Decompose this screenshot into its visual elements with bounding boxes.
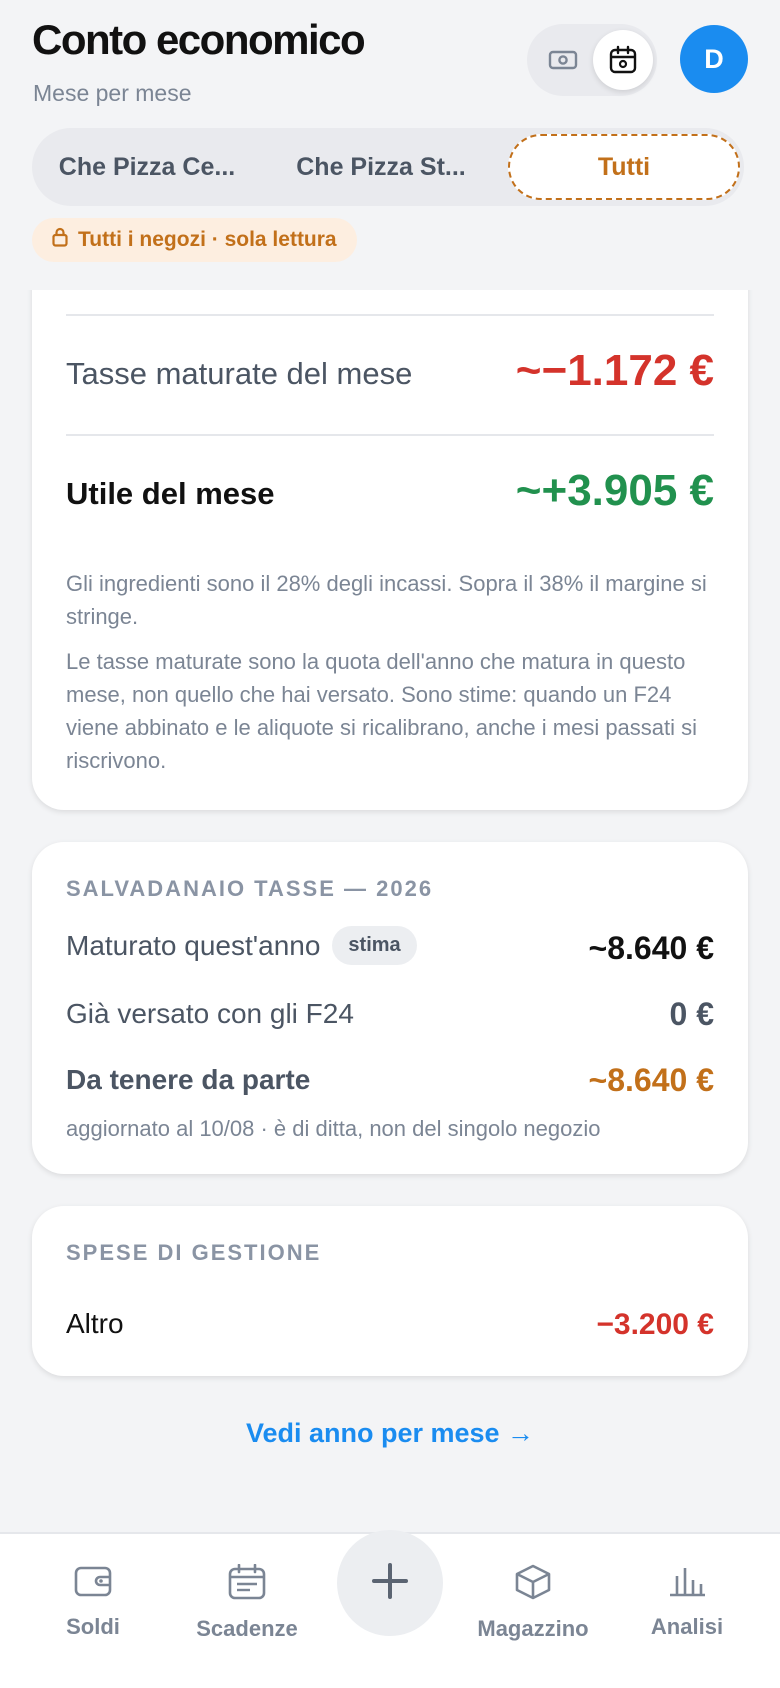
expense-item-label: Altro — [66, 1308, 124, 1339]
tax-savings-title: SALVADANAIO TASSE — 2026 — [66, 876, 434, 901]
expenses-card: SPESE DI GESTIONE Altro −3.200 € — [32, 1206, 748, 1376]
banknote-icon[interactable] — [547, 44, 579, 76]
bar-chart-icon — [668, 1564, 706, 1604]
nav-item-soldi[interactable]: Soldi — [18, 1564, 168, 1640]
page-title: Conto economico — [32, 16, 366, 63]
tax-footnote: aggiornato al 10/08 · è di ditta, non de… — [66, 1116, 601, 1141]
divider — [66, 434, 714, 436]
taxes-month-value: ~−1.172 € — [515, 346, 714, 395]
month-summary-card: Tasse maturate del mese ~−1.172 € Utile … — [32, 240, 748, 810]
view-toggle — [527, 24, 657, 96]
accrued-year-label: Maturato quest'anno stima — [66, 926, 417, 965]
estimate-badge: stima — [332, 926, 417, 965]
add-button[interactable] — [337, 1530, 443, 1636]
accrued-year-value: ~8.640 € — [588, 930, 714, 966]
nav-item-analisi[interactable]: Analisi — [612, 1564, 762, 1640]
expense-item-value: −3.200 € — [596, 1308, 714, 1341]
nav-item-magazzino[interactable]: Magazzino — [458, 1564, 608, 1642]
keep-aside-label: Da tenere da parte — [66, 1064, 311, 1095]
taxes-month-label: Tasse maturate del mese — [66, 356, 413, 391]
readonly-badge: Tutti i negozi · sola lettura — [32, 218, 357, 262]
store-tabs: Che Pizza Ce... Che Pizza St... Tutti — [32, 128, 744, 206]
calendar-icon[interactable] — [593, 30, 653, 90]
nav-label: Analisi — [650, 1614, 724, 1639]
profit-month-value: ~+3.905 € — [515, 466, 714, 515]
accrued-year-label-text: Maturato quest'anno — [66, 929, 321, 961]
divider — [66, 314, 714, 316]
nav-item-scadenze[interactable]: Scadenze — [172, 1563, 322, 1642]
paid-f24-value: 0 € — [669, 996, 714, 1032]
taxes-explanation-note: Le tasse maturate sono la quota dell'ann… — [66, 649, 698, 773]
box-icon — [514, 1564, 552, 1606]
header: Conto economico Mese per mese D Che Pizz… — [0, 0, 780, 290]
page-subtitle: Mese per mese — [33, 80, 192, 106]
tax-savings-card: SALVADANAIO TASSE — 2026 Maturato quest'… — [32, 842, 748, 1174]
lock-icon — [52, 227, 68, 253]
wallet-icon — [74, 1564, 112, 1604]
year-by-month-link[interactable]: Vedi anno per mese → — [0, 1418, 780, 1449]
ingredients-note: Gli ingredienti sono il 28% degli incass… — [66, 571, 707, 629]
avatar[interactable]: D — [680, 25, 748, 93]
keep-aside-value: ~8.640 € — [588, 1062, 714, 1098]
plus-icon — [370, 1561, 410, 1606]
profit-month-label: Utile del mese — [66, 476, 275, 511]
tab-store-1[interactable]: Che Pizza Ce... — [42, 128, 252, 206]
nav-label: Soldi — [66, 1614, 120, 1639]
nav-label: Magazzino — [477, 1616, 589, 1641]
expenses-title: SPESE DI GESTIONE — [66, 1240, 322, 1265]
readonly-badge-label: Tutti i negozi · sola lettura — [78, 228, 337, 251]
tab-store-2[interactable]: Che Pizza St... — [276, 128, 486, 206]
tab-all-stores[interactable]: Tutti — [508, 134, 740, 200]
calendar-list-icon — [228, 1563, 266, 1606]
paid-f24-label: Già versato con gli F24 — [66, 998, 354, 1029]
nav-label: Scadenze — [196, 1616, 298, 1641]
